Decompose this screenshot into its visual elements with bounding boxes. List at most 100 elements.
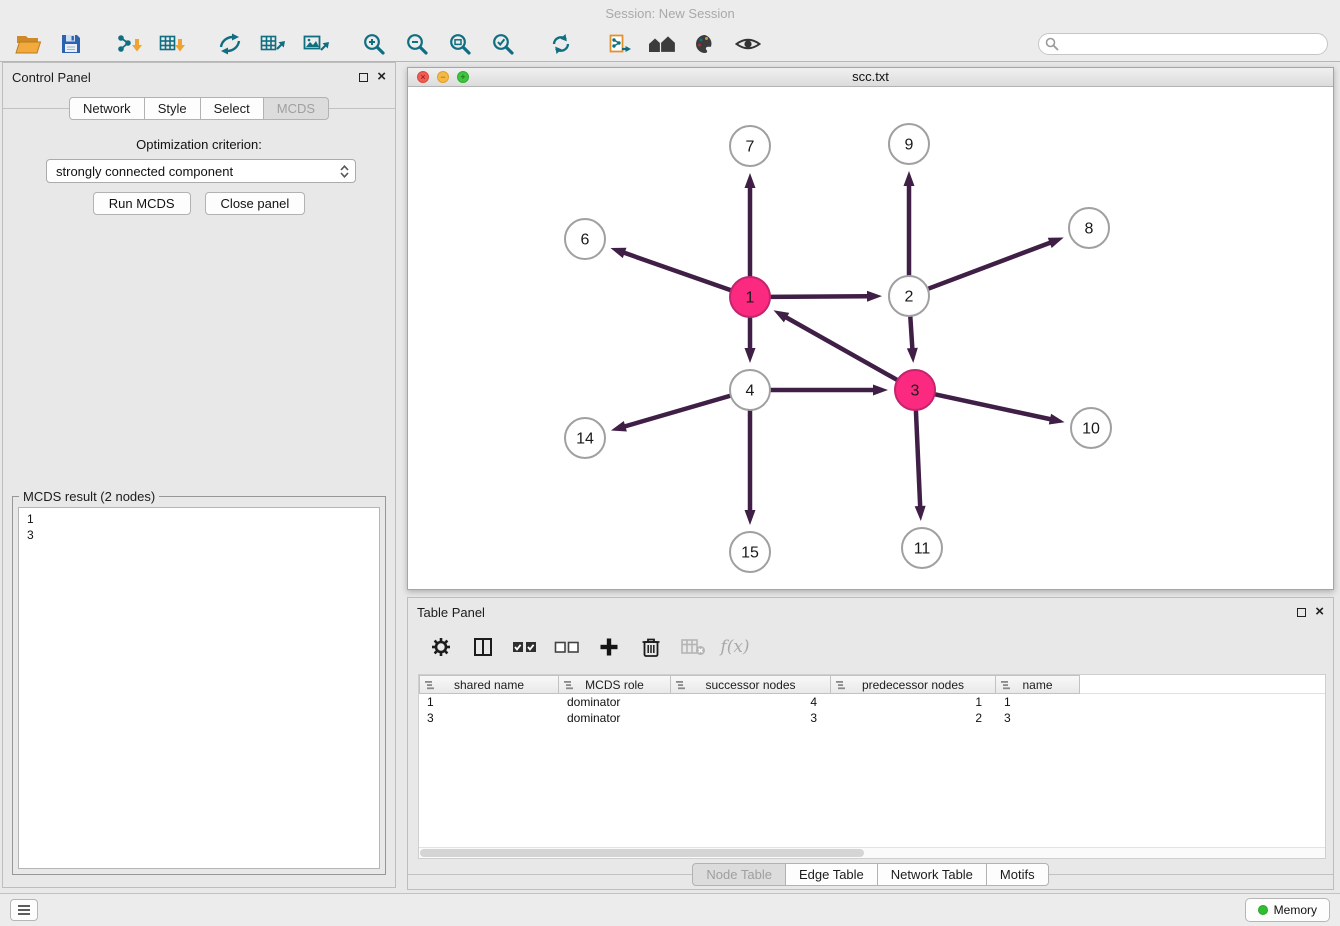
control-panel-header: Control Panel × [3,63,395,91]
show-graphics-details-button[interactable] [732,29,764,59]
tab-motifs[interactable]: Motifs [987,863,1049,886]
refresh-layout-button[interactable] [545,29,577,59]
column-label: shared name [454,678,524,692]
graph-node-11[interactable]: 11 [902,528,942,568]
add-column-button[interactable] [596,634,622,660]
svg-text:3: 3 [911,383,920,400]
column-header-predecessor-nodes[interactable]: predecessor nodes [831,675,996,694]
import-network-button[interactable] [113,29,145,59]
graph-node-7[interactable]: 7 [730,126,770,166]
window-controls: × − + [417,71,469,83]
column-label: predecessor nodes [862,678,964,692]
table-row[interactable]: 3 dominator 3 2 3 [419,710,1325,726]
open-folder-icon [15,33,42,55]
first-neighbors-button[interactable] [646,29,678,59]
style-button[interactable] [689,29,721,59]
maximize-window-icon[interactable]: + [457,71,469,83]
svg-text:14: 14 [576,431,594,448]
graph-node-4[interactable]: 4 [730,370,770,410]
graph-edge-2-3[interactable] [907,317,918,363]
tab-network-table[interactable]: Network Table [878,863,987,886]
tab-style[interactable]: Style [145,97,201,120]
function-builder-button[interactable]: f(x) [722,634,748,660]
graph-node-9[interactable]: 9 [889,124,929,164]
graph-node-2[interactable]: 2 [889,276,929,316]
export-image-button[interactable] [300,29,332,59]
tab-mcds[interactable]: MCDS [264,97,329,120]
task-history-button[interactable] [10,899,38,921]
close-panel-icon[interactable]: × [377,71,386,83]
column-header-shared-name[interactable]: shared name [419,675,559,694]
graph-edge-1-6[interactable] [610,248,730,290]
tab-edge-table[interactable]: Edge Table [786,863,878,886]
cell-predecessor-nodes: 1 [831,694,996,710]
show-columns-button[interactable] [470,634,496,660]
import-table-button[interactable] [156,29,188,59]
deselect-all-columns-button[interactable] [554,634,580,660]
graph-edge-4-3[interactable] [771,385,888,396]
export-table-button[interactable] [257,29,289,59]
control-panel-title: Control Panel [12,70,91,85]
close-window-icon[interactable]: × [417,71,429,83]
close-table-panel-icon[interactable]: × [1315,606,1324,618]
scrollbar-handle[interactable] [420,849,864,857]
svg-text:6: 6 [581,232,590,249]
close-panel-button[interactable]: Close panel [205,192,306,215]
column-header-name[interactable]: name [996,675,1080,694]
zoom-selected-button[interactable] [487,29,519,59]
delete-column-button[interactable] [638,634,664,660]
graph-node-1[interactable]: 1 [730,277,770,317]
graph-node-10[interactable]: 10 [1071,408,1111,448]
cell-name: 1 [996,694,1080,710]
column-header-mcds-role[interactable]: MCDS role [559,675,671,694]
zoom-fit-icon [448,32,472,56]
clone-network-button[interactable] [603,29,635,59]
minimize-window-icon[interactable]: − [437,71,449,83]
graph-edge-4-15[interactable] [745,411,756,525]
float-table-panel-icon[interactable] [1297,608,1306,617]
graph-node-6[interactable]: 6 [565,219,605,259]
graph-edge-4-14[interactable] [611,396,730,432]
tab-select[interactable]: Select [201,97,264,120]
criterion-dropdown[interactable]: strongly connected component [46,159,356,183]
graph-node-15[interactable]: 15 [730,532,770,572]
delete-table-button[interactable] [680,634,706,660]
mcds-result-list[interactable]: 1 3 [18,507,380,869]
table-horizontal-scrollbar[interactable] [419,847,1325,858]
graph-edge-1-4[interactable] [745,318,756,363]
graph-edge-2-9[interactable] [904,171,915,275]
run-mcds-button[interactable]: Run MCDS [93,192,191,215]
network-canvas[interactable]: 7 9 6 8 1 2 4 3 10 14 15 11 [408,87,1333,589]
graph-edge-2-8[interactable] [929,238,1064,289]
cell-shared-name: 3 [419,710,559,726]
search-icon [1045,37,1059,51]
mcds-result-line: 1 [27,511,371,527]
graph-node-3[interactable]: 3 [895,370,935,410]
memory-button[interactable]: Memory [1245,898,1330,922]
select-all-columns-button[interactable] [512,634,538,660]
table-settings-button[interactable] [428,634,454,660]
deselect-all-icon [554,639,580,655]
search-input[interactable] [1038,33,1328,55]
export-network-button[interactable] [214,29,246,59]
tab-node-table[interactable]: Node Table [692,863,786,886]
graph-edge-3-11[interactable] [915,411,926,521]
graph-node-14[interactable]: 14 [565,418,605,458]
zoom-in-button[interactable] [358,29,390,59]
column-header-successor-nodes[interactable]: successor nodes [671,675,831,694]
save-session-button[interactable] [55,29,87,59]
zoom-fit-button[interactable] [444,29,476,59]
graph-edge-1-7[interactable] [745,173,756,276]
float-panel-icon[interactable] [359,73,368,82]
graph-node-8[interactable]: 8 [1069,208,1109,248]
tab-network[interactable]: Network [69,97,145,120]
column-function-icon [563,680,574,691]
graph-edge-3-10[interactable] [936,394,1065,424]
graph-edge-3-1[interactable] [774,310,897,379]
network-window-titlebar[interactable]: × − + scc.txt [408,68,1333,87]
zoom-out-button[interactable] [401,29,433,59]
export-table-icon [259,32,287,56]
graph-edge-1-2[interactable] [771,291,882,302]
table-row[interactable]: 1 dominator 4 1 1 [419,694,1325,710]
open-session-button[interactable] [12,29,44,59]
